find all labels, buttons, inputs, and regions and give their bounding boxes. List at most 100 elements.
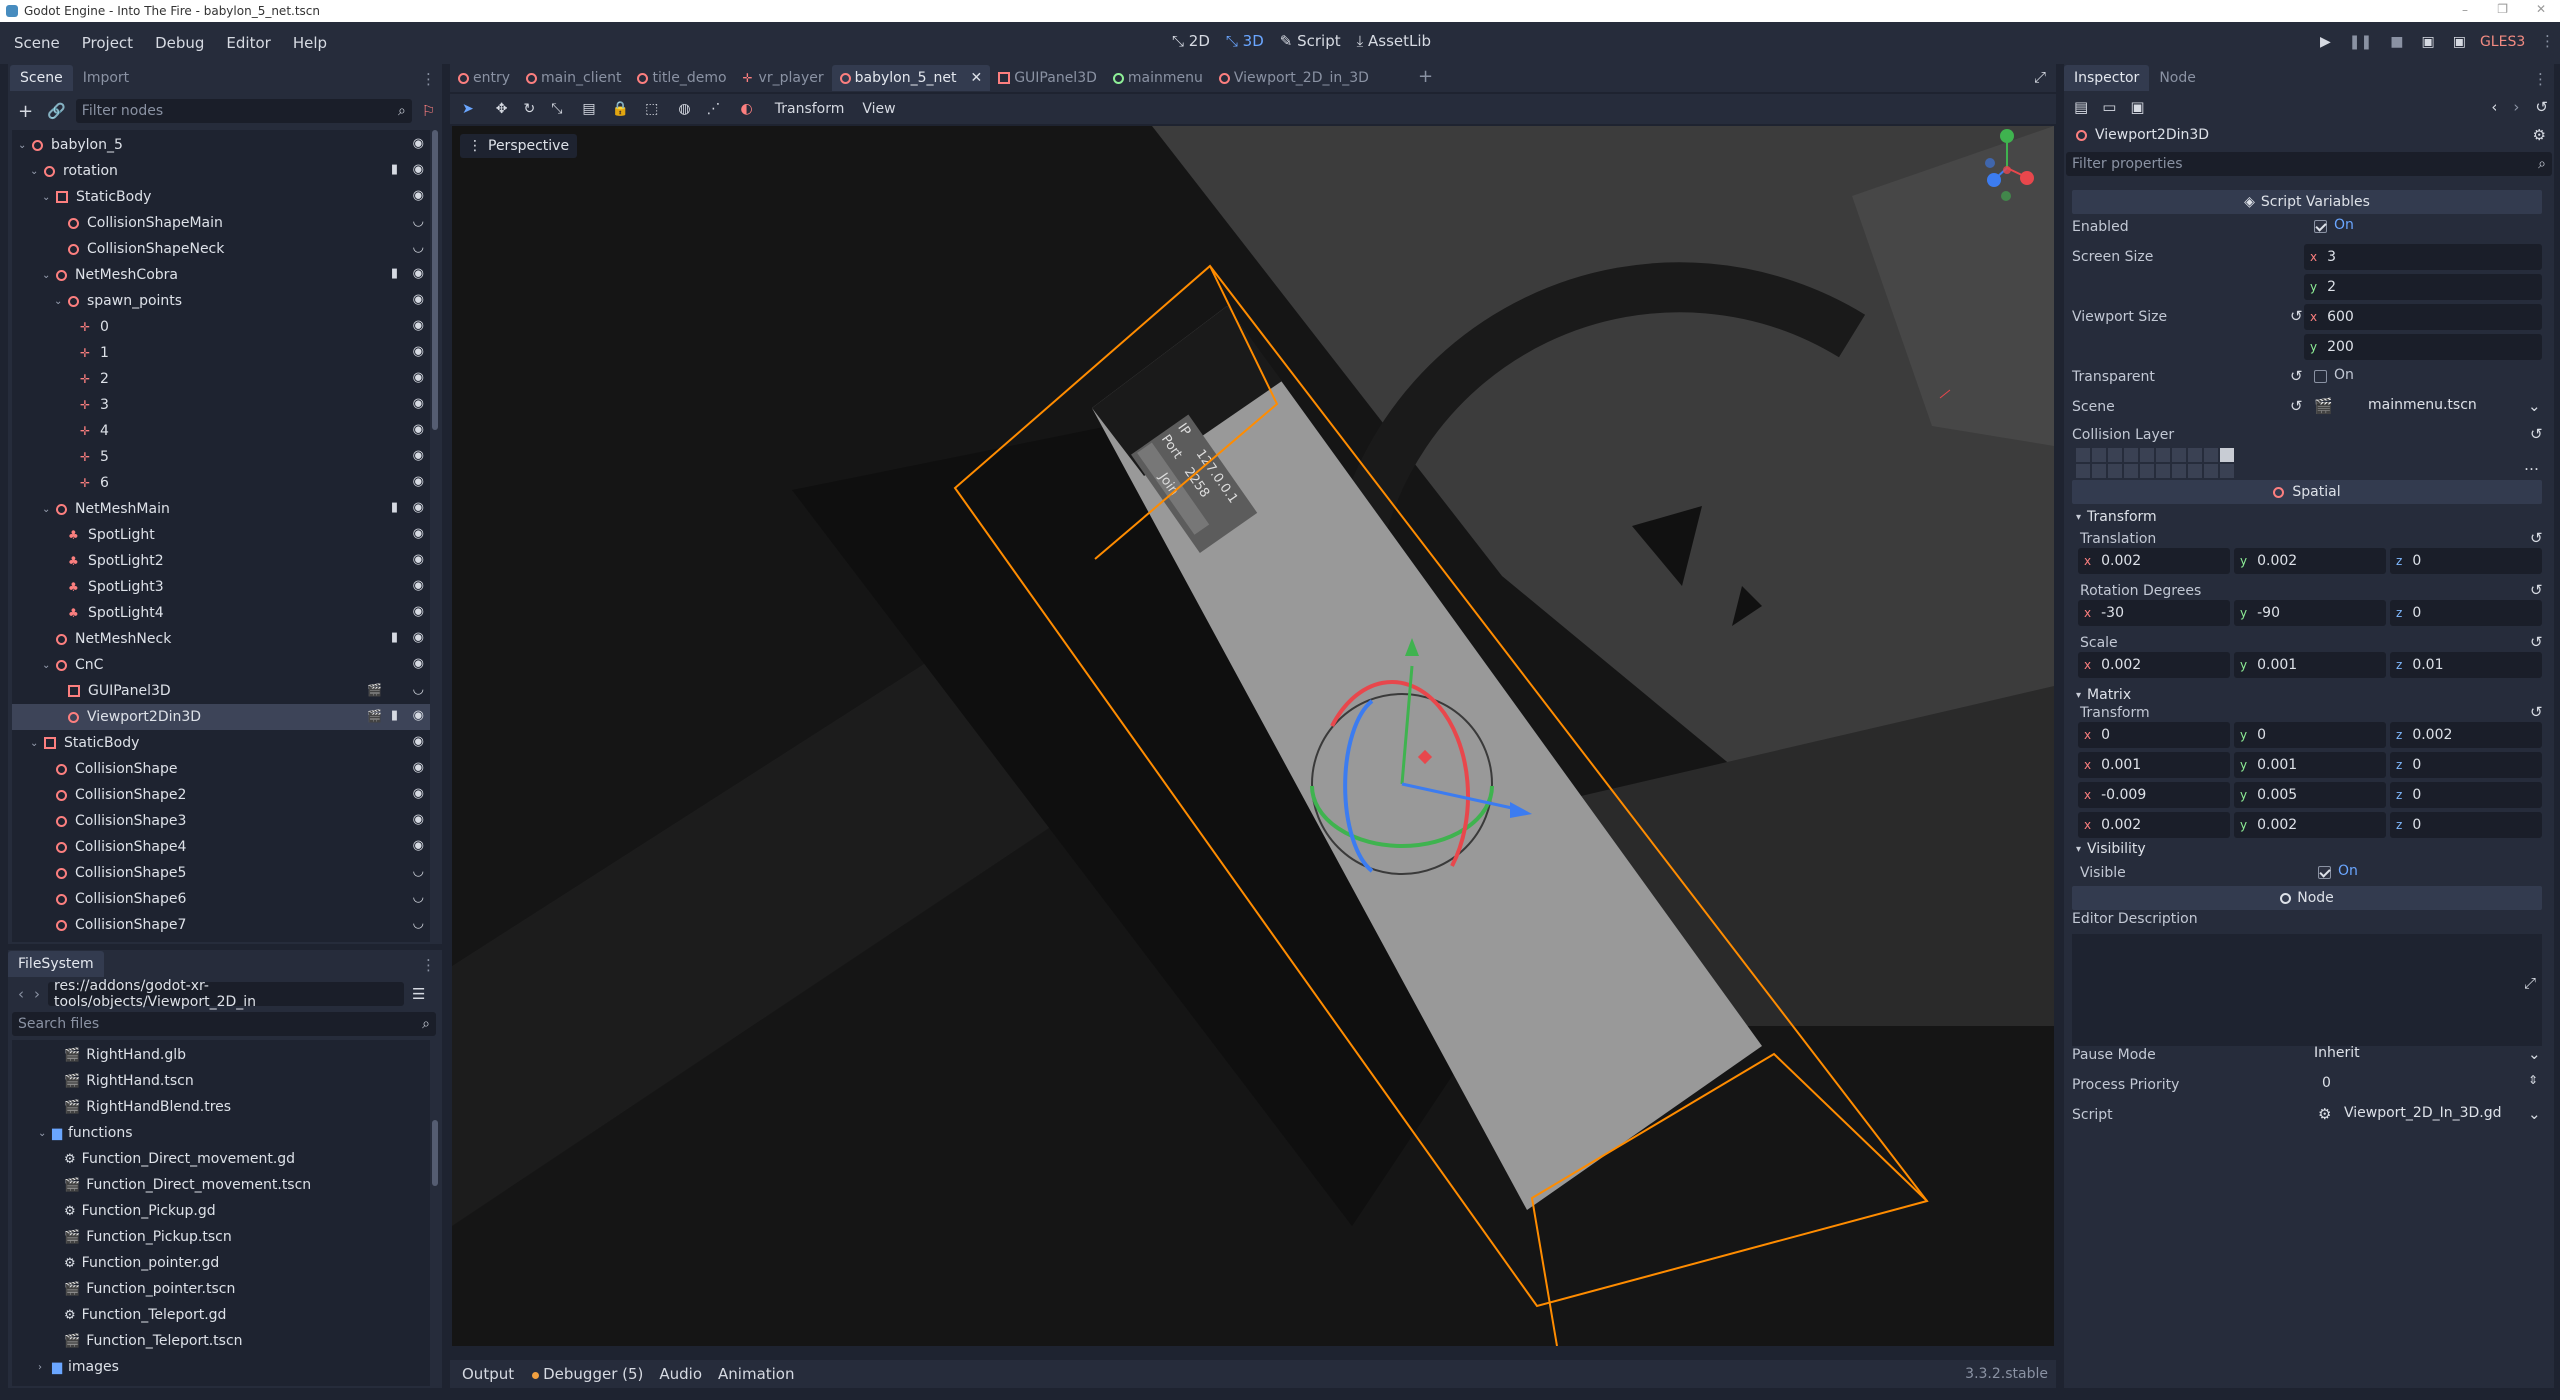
3d-viewport[interactable]: IP 127.0.0.1 Port 2258 Join ⋮ Perspectiv… [452,126,2054,1346]
hidden-eye-icon[interactable]: ◡ [413,682,424,697]
inspected-node-name[interactable]: Viewport2Din3D [2095,127,2209,143]
hidden-eye-icon[interactable]: ◡ [413,890,424,905]
inspector-menu-icon[interactable]: ⋮ [2533,70,2548,88]
screen-size-x[interactable]: x3 [2304,244,2542,270]
workspace-assetlib[interactable]: ⤓ AssetLib [1357,32,1431,50]
spatial-section[interactable]: Spatial [2072,480,2542,504]
matrix-2-y[interactable]: y 0.005 [2234,782,2386,808]
collision-layer-bit[interactable] [2140,448,2154,462]
back-icon[interactable]: ‹ [18,985,24,1003]
workspace-script[interactable]: ✎ Script [1280,32,1341,50]
tab-audio[interactable]: Audio [659,1365,702,1383]
tab-filesystem[interactable]: FileSystem [8,951,104,977]
search-files-input[interactable]: Search files ⌕ [12,1012,436,1036]
menu-debug[interactable]: Debug [155,34,204,52]
collision-layer-more-icon[interactable]: … [2524,456,2539,474]
view-menu[interactable]: View [862,101,895,117]
more-icon[interactable]: ⋮ [2540,32,2555,50]
collision-layer-bit[interactable] [2188,464,2202,478]
collision-layer-bit[interactable] [2108,448,2122,462]
scene-tree-item[interactable]: ⌄ rotation ▮ ◉ [12,158,430,184]
select-tool-icon[interactable]: ➤ [462,101,474,117]
matrix-1-y[interactable]: y 0.001 [2234,752,2386,778]
pause-icon[interactable]: ❚❚ [2349,34,2372,50]
pause-mode-dropdown[interactable]: Inherit [2314,1045,2360,1061]
menu-project[interactable]: Project [82,34,133,52]
scale-revert-icon[interactable]: ↺ [2530,633,2543,651]
scene-tree-item[interactable]: ♣ SpotLight4 ◉ [12,600,430,626]
tab-inspector[interactable]: Inspector [2064,65,2150,91]
orient-neg-z-dot[interactable] [1985,158,1995,168]
hidden-eye-icon[interactable]: ◡ [413,214,424,229]
visibility-eye-icon[interactable]: ◉ [413,552,424,567]
file-item[interactable]: ⚙ Function_Direct_movement.gd [50,1146,295,1172]
translation-x[interactable]: x 0.002 [2078,548,2230,574]
add-scene-tab-icon[interactable]: + [1418,66,1433,87]
matrix-1-x[interactable]: x 0.001 [2078,752,2230,778]
visibility-eye-icon[interactable]: ◉ [413,786,424,801]
perspective-menu[interactable]: ⋮ Perspective [460,134,578,158]
visibility-eye-icon[interactable]: ◉ [413,370,424,385]
instance-icon[interactable]: 🎬 [367,709,382,723]
tab-import[interactable]: Import [73,65,139,91]
scene-tree-item[interactable]: ⌄ NetMeshCobra ▮ ◉ [12,262,430,288]
tab-debugger[interactable]: Debugger (5) [532,1365,643,1383]
scene-tab[interactable]: mainmenu [1105,65,1211,91]
visibility-eye-icon[interactable]: ◉ [413,812,424,827]
visibility-eye-icon[interactable]: ◉ [413,318,424,333]
transform-menu[interactable]: Transform [775,101,845,117]
transparent-revert-icon[interactable]: ↺ [2290,367,2303,385]
collision-layer-bit[interactable] [2076,464,2090,478]
scene-tab[interactable]: main_client [518,65,629,91]
collision-layer-bit[interactable] [2204,464,2218,478]
object-properties-icon[interactable]: ⚙ [2533,126,2546,144]
script-dropdown-icon[interactable]: ⌄ [2528,1105,2541,1123]
collision-layer-bit[interactable] [2220,464,2234,478]
expand-arrow-icon[interactable]: ⌄ [42,192,54,203]
visibility-eye-icon[interactable]: ◉ [413,136,424,151]
visibility-eye-icon[interactable]: ◉ [413,604,424,619]
filesystem-menu-icon[interactable]: ⋮ [421,956,436,974]
visibility-eye-icon[interactable]: ◉ [413,188,424,203]
collision-layer-bit[interactable] [2156,464,2170,478]
rotation-y[interactable]: y -90 [2234,600,2386,626]
scene-tree-item[interactable]: CollisionShapeNeck ◡ [12,236,430,262]
matrix-1-z[interactable]: z0 [2390,752,2542,778]
expand-icon[interactable]: ⤢ [2524,974,2536,992]
visibility-eye-icon[interactable]: ◉ [413,708,424,723]
scene-tree-item[interactable]: ✛ 4 ◉ [12,418,430,444]
stop-icon[interactable]: ■ [2390,34,2403,50]
orient-x-dot[interactable] [2020,171,2034,185]
script-icon[interactable]: ▮ [391,266,398,281]
hidden-eye-icon[interactable]: ◡ [413,240,424,255]
rotate-tool-icon[interactable]: ↻ [523,101,535,117]
expand-arrow-icon[interactable]: ⌄ [42,504,54,515]
scene-tree-item[interactable]: ✛ 1 ◉ [12,340,430,366]
collision-layer-bit[interactable] [2140,464,2154,478]
filesystem-scrollbar[interactable] [432,1120,438,1186]
collision-layer-bit[interactable] [2188,448,2202,462]
lock-icon[interactable]: 🔒 [612,101,629,117]
scene-tree-item[interactable]: NetMeshNeck ▮ ◉ [12,626,430,652]
matrix-0-y[interactable]: y0 [2234,722,2386,748]
scene-tab[interactable]: title_demo [629,65,734,91]
expand-arrow-icon[interactable]: ⌄ [30,166,42,177]
collision-layer-bit[interactable] [2124,464,2138,478]
script-icon[interactable]: ▮ [391,630,398,645]
scene-dropdown-icon[interactable]: ⌄ [2528,397,2541,415]
visibility-eye-icon[interactable]: ◉ [413,760,424,775]
script-variables-section[interactable]: ◈ Script Variables [2072,190,2542,214]
scene-tab[interactable]: ✛ vr_player [735,65,832,91]
expand-arrow-icon[interactable]: ⌄ [42,270,54,281]
history-icon[interactable]: ↺ [2535,98,2548,116]
hidden-eye-icon[interactable]: ◡ [413,864,424,879]
enabled-checkbox[interactable] [2314,220,2327,233]
visibility-eye-icon[interactable]: ◉ [413,630,424,645]
script-attach-icon[interactable]: ⚐ [422,102,435,120]
menu-scene[interactable]: Scene [14,34,60,52]
visibility-eye-icon[interactable]: ◉ [413,292,424,307]
collision-layer-bit[interactable] [2156,448,2170,462]
orient-neg-y-dot[interactable] [2001,191,2011,201]
visibility-eye-icon[interactable]: ◉ [413,578,424,593]
hidden-eye-icon[interactable]: ◡ [413,916,424,931]
